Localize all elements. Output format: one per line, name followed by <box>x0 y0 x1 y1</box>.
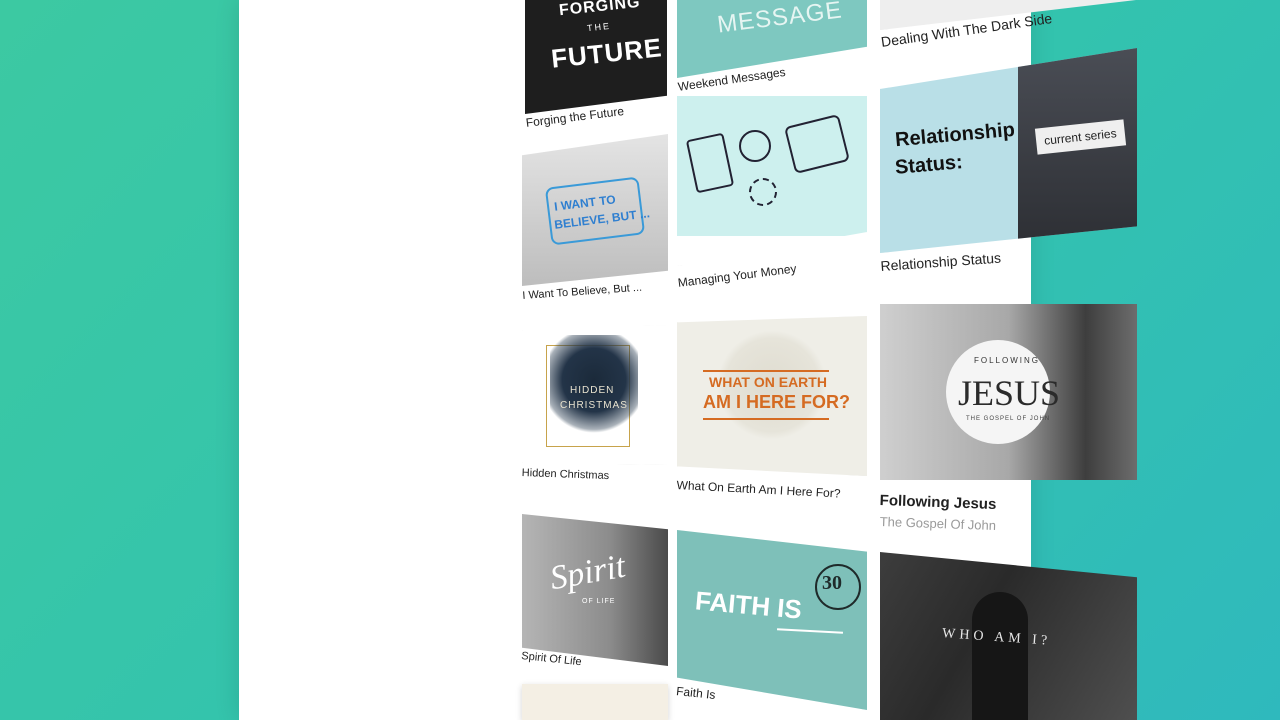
title-rule <box>703 418 829 420</box>
series-card-faith-is[interactable]: FAITH IS 30 Faith Is <box>675 530 867 720</box>
thumbnail-art-text: HIDDEN <box>570 385 615 396</box>
thumbnail-art-text: FORGING <box>558 0 642 20</box>
thumbnail-art-text: FUTURE <box>549 32 664 74</box>
thumbnail-art-text: Spirit <box>547 547 629 598</box>
thumbnail-art-text: THE GOSPEL OF JOHN <box>966 416 1051 422</box>
thumbnail-art-text: JESUS <box>958 373 1061 413</box>
thumbnail-art-text: 30 <box>822 572 842 594</box>
thumbnail-art-text: CHRISTMAS <box>560 400 628 411</box>
series-thumbnail: FOLLOWING JESUS THE GOSPEL OF JOHN <box>880 304 1137 480</box>
series-panel: FORGING THE FUTURE Forging the Future ME… <box>239 0 1137 720</box>
thumbnail-art-text: Relationship <box>894 118 1016 152</box>
series-thumbnail: FORGING THE FUTURE <box>525 0 667 114</box>
series-card-following-jesus[interactable]: FOLLOWING JESUS THE GOSPEL OF JOHN Follo… <box>879 304 1137 534</box>
series-card-weekend-messages[interactable]: MESSAGE Weekend Messages <box>677 0 867 100</box>
thumbnail-art-text: THE <box>586 20 612 34</box>
series-title: Hidden Christmas <box>521 467 610 483</box>
series-title: Managing Your Money <box>677 261 798 290</box>
title-rule <box>703 370 829 372</box>
series-card-spirit-of-life[interactable]: Spirit OF LIFE Spirit Of Life <box>521 514 668 674</box>
thumbnail-art-text: OF LIFE <box>582 598 616 605</box>
thumbnail-art-text: FAITH IS <box>693 585 804 625</box>
series-title: Faith Is <box>675 684 717 703</box>
series-title: I Want To Believe, But ... <box>522 281 643 302</box>
series-card-partial[interactable] <box>522 684 668 720</box>
series-thumbnail: I WANT TO BELIEVE, BUT ... <box>522 134 668 286</box>
series-thumbnail <box>522 684 668 720</box>
thumbnail-art-text: FOLLOWING <box>974 356 1041 365</box>
series-thumbnail: Spirit OF LIFE <box>522 514 668 666</box>
series-card-hidden-christmas[interactable]: HIDDEN CHRISTMAS Hidden Christmas <box>522 325 668 485</box>
money-bag-illustration <box>739 130 771 162</box>
series-thumbnail <box>677 96 867 266</box>
series-title: What On Earth Am I Here For? <box>676 478 841 501</box>
thumbnail-art-text: AM I HERE FOR? <box>703 392 850 412</box>
series-subtitle: The Gospel Of John <box>879 514 997 534</box>
series-thumbnail: HIDDEN CHRISTMAS <box>522 325 668 465</box>
series-title: Following Jesus <box>879 492 997 514</box>
series-title: Relationship Status <box>880 249 1002 274</box>
series-card-what-on-earth[interactable]: WHAT ON EARTH AM I HERE FOR? What On Ear… <box>676 316 867 506</box>
series-thumbnail: WHAT ON EARTH AM I HERE FOR? <box>677 316 867 476</box>
sun-illustration <box>749 178 777 206</box>
series-card-forging-the-future[interactable]: FORGING THE FUTURE Forging the Future <box>525 0 667 140</box>
series-card-i-want-to-believe[interactable]: I WANT TO BELIEVE, BUT ... I Want To Bel… <box>522 134 668 309</box>
series-thumbnail: Relationship Status: current series <box>880 48 1137 253</box>
thumbnail-photo <box>1018 48 1137 253</box>
thumbnail-art-text: MESSAGE <box>715 0 844 39</box>
thumbnail-art-text: Status: <box>894 151 964 179</box>
thumbnail-art-text: WHAT ON EARTH <box>709 374 827 390</box>
portrait-silhouette <box>972 592 1028 720</box>
blank-underline <box>776 628 844 634</box>
series-card-relationship-status[interactable]: Relationship Status: current series Rela… <box>880 48 1137 288</box>
series-card-who-am-i[interactable]: WHO AM I? <box>880 552 1137 720</box>
series-thumbnail: FAITH IS 30 <box>677 530 867 710</box>
series-thumbnail: WHO AM I? <box>880 552 1137 720</box>
series-card-managing-your-money[interactable]: Managing Your Money <box>677 96 867 296</box>
